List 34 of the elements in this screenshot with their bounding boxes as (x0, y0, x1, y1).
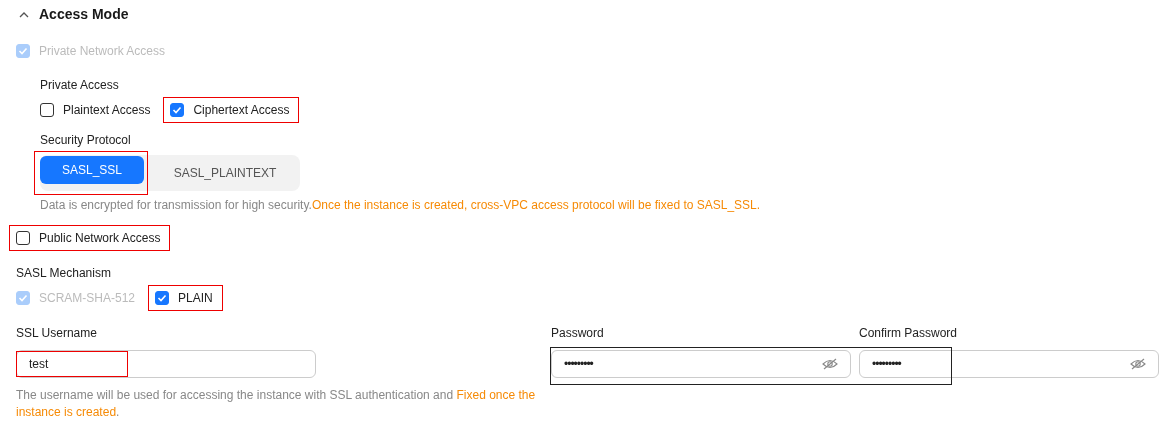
field-label: SSL Username (16, 326, 98, 340)
password-field[interactable]: ••••••••• (551, 350, 851, 378)
password-value: ••••••••• (564, 357, 593, 371)
checkmark-icon (17, 45, 29, 57)
section-title: Access Mode (39, 6, 129, 22)
segment-tab[interactable]: SASL_SSL (40, 156, 144, 184)
hint-text: Data is encrypted for transmission for high security. (40, 198, 312, 212)
eye-hidden-icon[interactable] (1130, 358, 1146, 370)
field-label: SASL Mechanism (16, 266, 112, 280)
checkmark-icon (171, 104, 184, 116)
checkbox[interactable] (155, 291, 170, 305)
chevron-icon[interactable] (19, 10, 29, 18)
checkmark-icon (17, 292, 29, 304)
hint-text: The username will be used for accessing the instance with SSL authentication and Fixed once the instance is created. (16, 387, 537, 421)
eye-hidden-icon[interactable] (822, 358, 838, 370)
field-label: Password (551, 326, 605, 340)
username-field[interactable]: test (16, 350, 316, 378)
checkbox-label: Plaintext Access (63, 103, 151, 117)
checkbox[interactable] (16, 231, 30, 245)
checkbox-label: Ciphertext Access (193, 103, 290, 117)
checkbox-label: Public Network Access (39, 231, 161, 245)
warning-text: Once the instance is created, cross-VPC access protocol will be fixed to SASL_SSL. (311, 198, 761, 212)
field-label: Confirm Password (859, 326, 959, 340)
field-label: Security Protocol (40, 133, 132, 147)
checkbox[interactable] (40, 103, 54, 117)
field-label: Private Access (40, 78, 120, 92)
checkmark-icon (156, 292, 169, 304)
password-value: ••••••••• (872, 357, 901, 371)
checkbox-label: PLAIN (178, 291, 213, 305)
checkbox[interactable] (170, 103, 185, 117)
checkbox-label: Private Network Access (39, 44, 166, 58)
checkbox-label: SCRAM-SHA-512 (39, 291, 136, 305)
segment-tab[interactable]: SASL_PLAINTEXT (152, 159, 298, 187)
password-field[interactable]: ••••••••• (859, 350, 1159, 378)
